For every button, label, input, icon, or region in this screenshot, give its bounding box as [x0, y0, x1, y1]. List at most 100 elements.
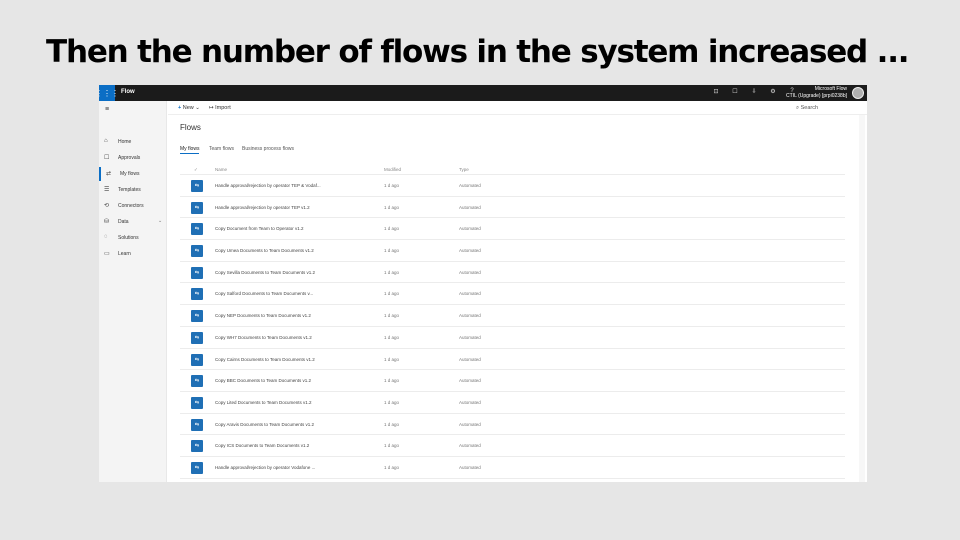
settings-icon[interactable]: ⚙	[768, 88, 778, 95]
flow-type: Automated	[459, 269, 481, 275]
my-flows-icon: ⇄	[106, 171, 112, 177]
flow-type: Automated	[459, 334, 481, 340]
scrollbar[interactable]	[859, 115, 865, 482]
flow-modified: 1 d ago	[384, 378, 400, 384]
import-button-label: Import	[215, 105, 231, 111]
tab-business-process-flows[interactable]: Business process flows	[242, 146, 294, 152]
sidebar-item-solutions[interactable]: ◌ Solutions	[99, 231, 167, 245]
sidebar-item-learn[interactable]: ▭ Learn	[99, 247, 167, 261]
flow-name[interactable]: Copy Umea Documents to Team Documents v1…	[215, 248, 314, 253]
flow-name[interactable]: Copy Salford Documents to Team Documents…	[215, 291, 313, 296]
chevron-down-icon[interactable]: ⌄	[158, 218, 162, 224]
tenant-product: Microsoft Flow	[814, 86, 847, 92]
table-row[interactable]: ⇆ Copy WH7 Documents to Team Documents v1…	[180, 327, 845, 349]
table-row[interactable]: ⇆ Handle approval/rejection by operator T…	[180, 175, 845, 197]
flow-type: Automated	[459, 378, 481, 384]
app-name[interactable]: Flow	[121, 89, 135, 95]
flow-icon: ⇆	[191, 396, 203, 409]
flow-name[interactable]: Copy Document from Team to Operator v1.2	[215, 226, 303, 231]
flow-name[interactable]: Copy Sevilla Documents to Team Documents…	[215, 270, 315, 275]
flow-name[interactable]: Copy BBC Documents to Team Documents v1.…	[215, 378, 311, 383]
flow-type: Automated	[459, 226, 481, 232]
sidebar-item-label: Data	[118, 219, 129, 225]
sidebar-item-label: Home	[118, 139, 132, 145]
column-header-modified[interactable]: Modified	[384, 167, 401, 172]
sidebar-item-label: My flows	[120, 171, 140, 177]
flow-icon: ⇆	[191, 418, 203, 431]
table-row[interactable]: ⇆ Copy NEP Documents to Team Documents v1…	[180, 305, 845, 327]
flow-icon: ⇆	[191, 288, 203, 301]
slide-title: Then the number of flows in the system i…	[46, 34, 910, 70]
table-row[interactable]: ⇆ Copy BBC Documents to Team Documents v1…	[180, 370, 845, 392]
sidebar-item-label: Learn	[118, 251, 131, 257]
flow-type: Automated	[459, 248, 481, 254]
flow-name[interactable]: Copy ICS Documents to Team Documents v1.…	[215, 443, 309, 448]
environment-icon[interactable]: ⊡	[711, 88, 721, 95]
connectors-icon: ⟲	[104, 203, 110, 209]
flow-modified: 1 d ago	[384, 204, 400, 210]
tab-my-flows[interactable]: My flows	[180, 146, 200, 154]
flow-name[interactable]: Copy Cairns Documents to Team Documents …	[215, 357, 315, 362]
hamburger-icon[interactable]: ≡	[105, 106, 109, 113]
flow-icon: ⇆	[191, 353, 203, 366]
approvals-icon: ☐	[104, 155, 110, 161]
column-header-name[interactable]: Name	[215, 167, 227, 172]
flow-name[interactable]: Copy NEP Documents to Team Documents v1.…	[215, 313, 311, 318]
column-header-type[interactable]: Type	[459, 167, 469, 172]
learn-icon: ▭	[104, 251, 110, 257]
flow-modified: 1 d ago	[384, 443, 400, 449]
tenant-environment: CTIL (Upgrade) [prpi0238b]	[786, 93, 847, 99]
sidebar-item-my-flows[interactable]: ⇄ My flows	[99, 167, 167, 181]
flow-name[interactable]: Handle approval/rejection by operator TE…	[215, 205, 310, 210]
top-bar: ⋮⋮⋮ Flow ⊡ ☐ ⇩ ⚙ ? Microsoft Flow CTIL (…	[99, 85, 867, 101]
sidebar-item-label: Solutions	[118, 235, 139, 241]
table-row[interactable]: ⇆ Copy Sevilla Documents to Team Document…	[180, 262, 845, 284]
flow-type: Automated	[459, 464, 481, 470]
sidebar-item-templates[interactable]: ☰ Templates	[99, 183, 167, 197]
table-row[interactable]: ⇆ Copy Document from Team to Operator v1.…	[180, 218, 845, 241]
flow-modified: 1 d ago	[384, 399, 400, 405]
table-row[interactable]: ⇆ Copy Cairns Documents to Team Documents…	[180, 349, 845, 371]
app-launcher-icon[interactable]: ⋮⋮⋮	[99, 85, 119, 101]
search-box[interactable]: ⌕ Search	[796, 105, 818, 112]
import-button[interactable]: ↦ Import	[209, 105, 231, 111]
flow-icon: ⇆	[191, 201, 203, 214]
notifications-icon[interactable]: ☐	[730, 88, 740, 95]
table-row[interactable]: ⇆ Copy Umea Documents to Team Documents v…	[180, 240, 845, 262]
sidebar-item-label: Templates	[118, 187, 141, 193]
sidebar-item-approvals[interactable]: ☐ Approvals	[99, 151, 167, 165]
sidebar-item-connectors[interactable]: ⟲ Connectors	[99, 199, 167, 213]
flow-name[interactable]: Copy Lited Documents to Team Documents v…	[215, 400, 311, 405]
new-button[interactable]: + New ⌄	[178, 105, 200, 111]
flow-modified: 1 d ago	[384, 226, 400, 232]
flow-icon: ⇆	[191, 245, 203, 258]
select-all-checkbox[interactable]: ✓	[194, 167, 198, 173]
flow-icon: ⇆	[191, 375, 203, 388]
sidebar-item-home[interactable]: ⌂ Home	[99, 135, 167, 149]
download-icon[interactable]: ⇩	[749, 88, 759, 95]
flow-icon: ⇆	[191, 461, 203, 474]
sidebar-item-data[interactable]: ⛁ Data ⌄	[99, 215, 167, 229]
avatar[interactable]	[852, 87, 864, 99]
tenant-info[interactable]: Microsoft Flow CTIL (Upgrade) [prpi0238b…	[786, 86, 847, 100]
sidebar-item-label: Approvals	[118, 155, 141, 161]
flow-modified: 1 d ago	[384, 356, 400, 362]
flow-name[interactable]: Handle approval/rejection by operator TE…	[215, 183, 321, 188]
table-row[interactable]: ⇆ Copy Salford Documents to Team Document…	[180, 283, 845, 306]
flow-name[interactable]: Copy WH7 Documents to Team Documents v1.…	[215, 335, 312, 340]
import-icon: ↦	[209, 105, 214, 111]
flow-modified: 1 d ago	[384, 421, 400, 427]
table-row[interactable]: ⇆ Copy ICS Documents to Team Documents v1…	[180, 435, 845, 457]
flow-icon: ⇆	[191, 223, 203, 236]
tab-team-flows[interactable]: Team flows	[209, 146, 234, 152]
table-row[interactable]: ⇆ Copy Lited Documents to Team Documents …	[180, 392, 845, 414]
flow-type: Automated	[459, 443, 481, 449]
data-icon: ⛁	[104, 219, 110, 225]
table-row[interactable]: ⇆ Handle approval/rejection by operator V…	[180, 457, 845, 479]
flows-list: ⇆ Handle approval/rejection by operator T…	[180, 175, 845, 479]
table-row[interactable]: ⇆ Handle approval/rejection by operator T…	[180, 197, 845, 219]
top-bar-icons: ⊡ ☐ ⇩ ⚙ ?	[711, 88, 797, 95]
flow-name[interactable]: Handle approval/rejection by operator Vo…	[215, 465, 315, 470]
table-row[interactable]: ⇆ Copy Aravis Documents to Team Documents…	[180, 414, 845, 436]
flow-name[interactable]: Copy Aravis Documents to Team Documents …	[215, 422, 314, 427]
